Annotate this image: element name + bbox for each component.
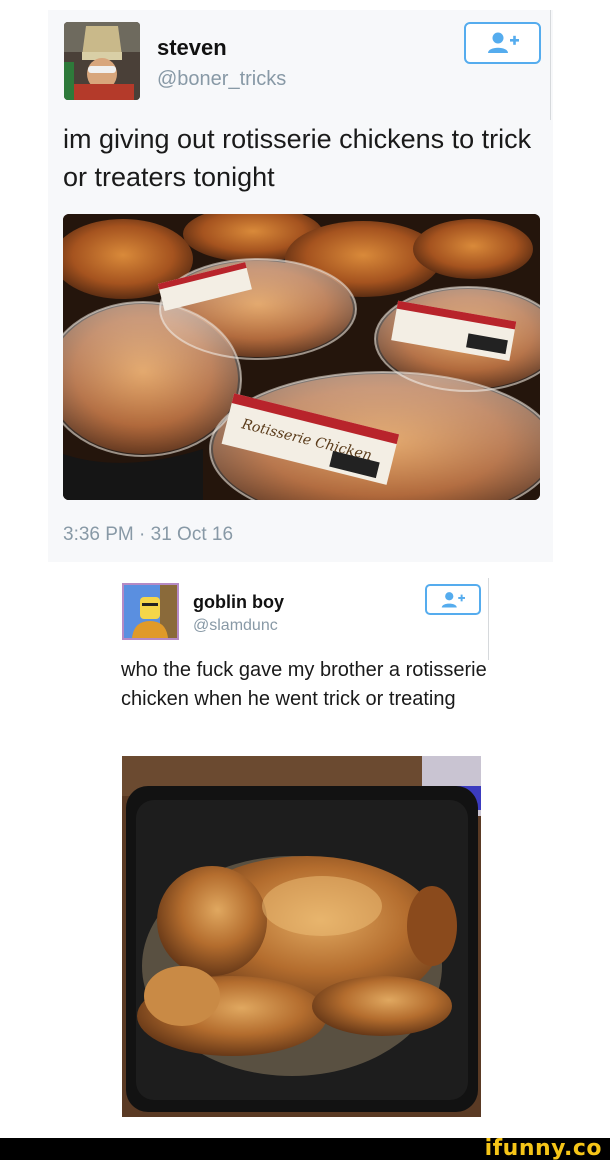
follow-button[interactable] xyxy=(425,584,481,615)
avatar-image xyxy=(124,585,177,638)
tweet-photo[interactable] xyxy=(122,756,481,1117)
rotisserie-chickens-image: Rotisserie Chicken xyxy=(63,214,540,500)
ifunny-logo: ifunny.co xyxy=(484,1136,602,1160)
divider xyxy=(488,578,489,660)
display-name[interactable]: steven xyxy=(157,35,227,61)
avatar[interactable] xyxy=(122,583,179,640)
avatar[interactable] xyxy=(64,22,140,100)
timestamp[interactable]: 3:36 PM · 31 Oct 16 xyxy=(63,524,233,546)
add-user-icon xyxy=(441,591,465,607)
avatar-image xyxy=(64,22,140,100)
tweet-text: who the fuck gave my brother a rotisseri… xyxy=(121,659,487,710)
username-handle[interactable]: @boner_tricks xyxy=(157,68,286,91)
add-user-icon xyxy=(487,32,519,53)
follow-button[interactable] xyxy=(464,22,541,64)
username-handle[interactable]: @slamdunc xyxy=(193,617,278,635)
rotisserie-chicken-image xyxy=(122,756,481,1117)
tweet-photo[interactable]: Rotisserie Chicken xyxy=(63,214,540,500)
display-name[interactable]: goblin boy xyxy=(193,592,284,613)
page: steven @boner_tricks im giving out rotis… xyxy=(0,0,610,1160)
tweet-text: im giving out rotisserie chickens to tri… xyxy=(63,124,532,192)
watermark-bar: ifunny.co xyxy=(0,1138,610,1160)
divider xyxy=(550,10,551,120)
